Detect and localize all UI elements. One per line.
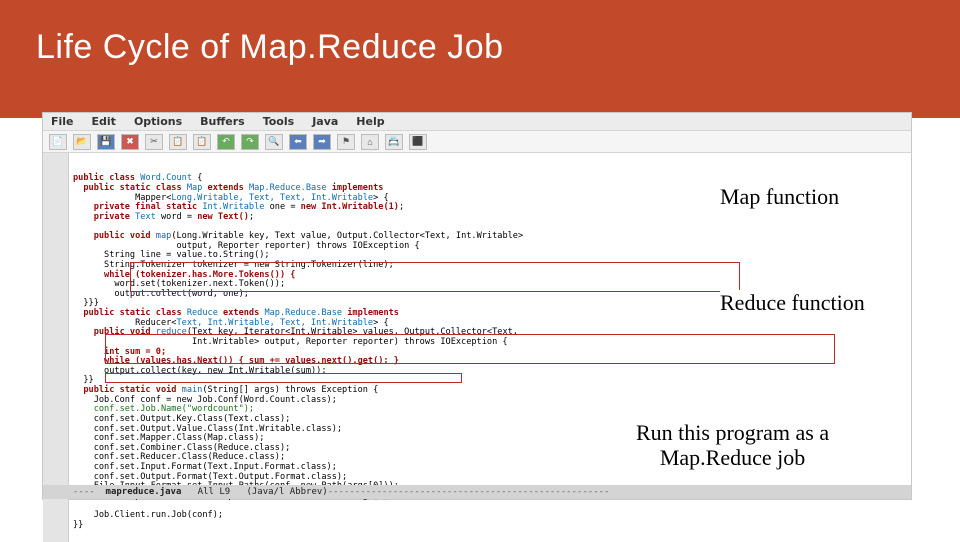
menu-buffers[interactable]: Buffers (200, 115, 245, 128)
highlight-map-body (130, 262, 740, 292)
callout-reduce: Reduce function (720, 290, 865, 315)
index-icon[interactable]: 📇 (385, 134, 403, 150)
highlight-reduce-body (105, 334, 835, 364)
status-file: mapreduce.java (106, 487, 182, 497)
close-icon[interactable]: ✖ (121, 134, 139, 150)
page-title: Life Cycle of Map.Reduce Job (36, 28, 960, 67)
stop-icon[interactable]: ⬛ (409, 134, 427, 150)
code-line: public class (73, 173, 140, 183)
status-mode: (Java/l Abbrev) (246, 487, 327, 497)
forward-icon[interactable]: ➡ (313, 134, 331, 150)
callout-map: Map function (720, 184, 839, 209)
toolbar: 📄 📂 💾 ✖ ✂ 📋 📋 ↶ ↷ 🔍 ⬅ ➡ ⚑ ⌂ 📇 ⬛ (43, 131, 911, 153)
search-icon[interactable]: 🔍 (265, 134, 283, 150)
back-icon[interactable]: ⬅ (289, 134, 307, 150)
status-pos: All L9 (198, 487, 231, 497)
slide-header: Life Cycle of Map.Reduce Job (0, 0, 960, 118)
save-icon[interactable]: 💾 (97, 134, 115, 150)
copy-icon[interactable]: 📋 (169, 134, 187, 150)
paste-icon[interactable]: 📋 (193, 134, 211, 150)
highlight-main-decl (105, 373, 462, 383)
bookmark-icon[interactable]: ⚑ (337, 134, 355, 150)
callout-run: Run this program as a Map.Reduce job (636, 420, 829, 471)
menu-file[interactable]: File (51, 115, 74, 128)
menu-java[interactable]: Java (312, 115, 338, 128)
new-file-icon[interactable]: 📄 (49, 134, 67, 150)
cut-icon[interactable]: ✂ (145, 134, 163, 150)
menu-tools[interactable]: Tools (263, 115, 294, 128)
redo-icon[interactable]: ↷ (241, 134, 259, 150)
menubar: File Edit Options Buffers Tools Java Hel… (43, 113, 911, 131)
open-icon[interactable]: 📂 (73, 134, 91, 150)
gutter (43, 153, 69, 542)
undo-icon[interactable]: ↶ (217, 134, 235, 150)
slide: Life Cycle of Map.Reduce Job File Edit O… (0, 0, 960, 540)
menu-help[interactable]: Help (356, 115, 384, 128)
home-icon[interactable]: ⌂ (361, 134, 379, 150)
status-bar: ---- mapreduce.java All L9 (Java/l Abbre… (43, 485, 911, 499)
menu-edit[interactable]: Edit (92, 115, 116, 128)
menu-options[interactable]: Options (134, 115, 182, 128)
